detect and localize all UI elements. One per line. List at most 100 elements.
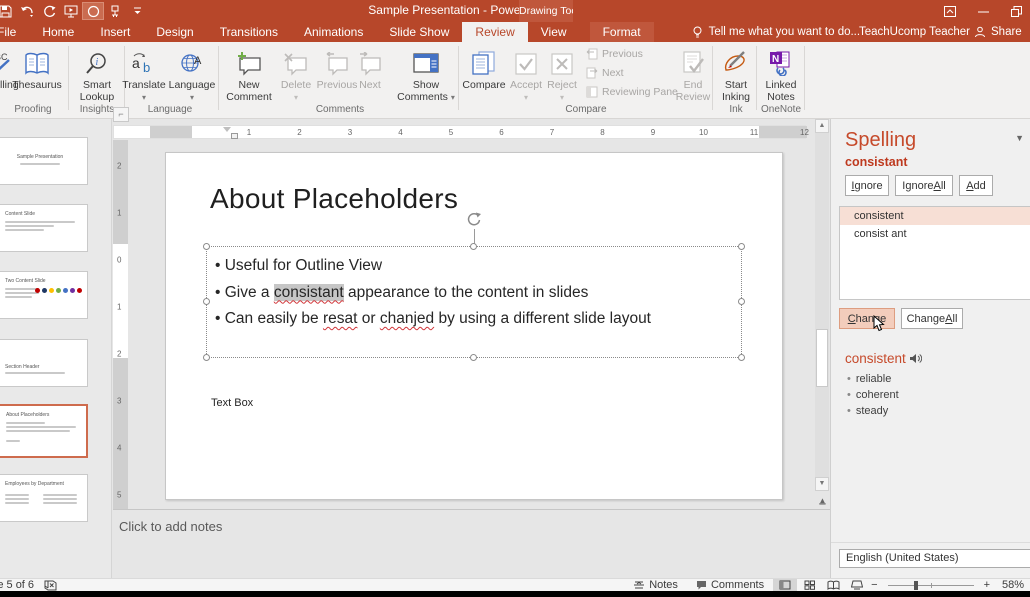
scrollbar-thumb[interactable] <box>816 329 828 387</box>
spelling-pane: Spelling ▼ consistant Ignore Ignore All … <box>830 119 1030 578</box>
customize-qat-icon[interactable] <box>126 2 148 20</box>
translate-button[interactable]: ab Translate▾ <box>120 46 168 104</box>
comments-toggle[interactable]: Comments <box>687 579 773 592</box>
change-all-button[interactable]: Change All <box>901 308 963 329</box>
thumbnail-slide-6[interactable]: Employees by Department <box>0 474 88 522</box>
end-review-icon <box>672 46 714 76</box>
save-icon[interactable] <box>0 2 16 20</box>
text-box-object[interactable]: Text Box <box>211 397 253 409</box>
ruler-origin-button[interactable]: ⌐ <box>113 107 129 122</box>
compare-button[interactable]: Compare <box>460 46 508 91</box>
ribbon-display-options-icon[interactable] <box>944 6 956 17</box>
title-bar: Sample Presentation - PowerPoint Drawing… <box>0 0 1030 22</box>
spell-check-status-icon[interactable] <box>44 580 57 591</box>
slide-show-view-button[interactable] <box>845 579 869 592</box>
slide-canvas[interactable]: About Placeholders • Useful for Outline … <box>165 152 783 500</box>
zoom-slider[interactable] <box>888 585 974 586</box>
slide-bullet-text[interactable]: • Useful for Outline View • Give a consi… <box>215 253 651 333</box>
scroll-up-icon[interactable]: ▲ <box>815 119 829 133</box>
zoom-percentage[interactable]: 58% <box>992 579 1030 591</box>
shape-circle-icon[interactable] <box>82 2 104 20</box>
resize-handle-w[interactable] <box>203 298 210 305</box>
normal-view-button[interactable] <box>773 579 797 592</box>
resize-handle-s[interactable] <box>470 354 477 361</box>
hanging-indent-marker[interactable] <box>223 127 231 132</box>
accept-button[interactable]: Accept▾ <box>508 46 544 104</box>
translate-icon: ab <box>120 46 168 76</box>
restore-icon[interactable] <box>1011 6 1022 17</box>
tab-review[interactable]: Review <box>462 22 527 42</box>
smart-lookup-button[interactable]: i Smart Lookup <box>72 46 122 103</box>
resize-handle-ne[interactable] <box>738 243 745 250</box>
zoom-slider-thumb[interactable] <box>914 581 918 590</box>
account-name[interactable]: TeachUcomp Teacher <box>859 22 970 42</box>
thesaurus-icon <box>6 46 68 76</box>
ignore-button[interactable]: Ignore <box>845 175 889 196</box>
tab-slide-show[interactable]: Slide Show <box>376 22 462 42</box>
speaker-icon[interactable] <box>909 353 922 364</box>
reject-button[interactable]: Reject▾ <box>544 46 580 104</box>
suggestion-item[interactable]: consist ant <box>840 225 1030 243</box>
zoom-out-button[interactable]: − <box>869 579 879 592</box>
start-slideshow-icon[interactable] <box>60 2 82 20</box>
mouse-cursor <box>873 315 886 332</box>
resize-handle-e[interactable] <box>738 298 745 305</box>
redo-icon[interactable] <box>38 2 60 20</box>
thumbnail-slide-4[interactable]: Section Header <box>0 339 88 387</box>
tab-file[interactable]: File <box>0 22 29 42</box>
vertical-scrollbar[interactable]: ▲ ▼ <box>815 119 829 491</box>
rotation-handle-icon[interactable] <box>466 211 483 228</box>
tab-transitions[interactable]: Transitions <box>207 22 291 42</box>
reading-view-button[interactable] <box>821 579 845 592</box>
slide-title[interactable]: About Placeholders <box>210 183 458 215</box>
tab-home[interactable]: Home <box>29 22 87 42</box>
language-button[interactable]: A Language▾ <box>168 46 216 104</box>
linked-notes-button[interactable]: N Linked Notes <box>758 46 804 103</box>
undo-icon[interactable] <box>16 2 38 20</box>
touch-mode-icon[interactable] <box>104 2 126 20</box>
ignore-all-button[interactable]: Ignore All <box>895 175 953 196</box>
scroll-down-icon[interactable]: ▼ <box>815 477 829 491</box>
pane-options-chevron-icon[interactable]: ▼ <box>1015 133 1024 143</box>
thumbnail-slide-3[interactable]: Two Content Slide <box>0 271 88 319</box>
show-comments-button[interactable]: Show Comments ▾ <box>396 46 456 104</box>
language-dropdown[interactable]: English (United States) <box>839 549 1030 568</box>
next-comment-button[interactable]: Next <box>352 46 388 91</box>
minimize-icon[interactable] <box>978 6 989 17</box>
thumbnail-slide-1[interactable]: Sample Presentation <box>0 137 88 185</box>
add-button[interactable]: Add <box>959 175 993 196</box>
share-button[interactable]: Share <box>974 22 1030 42</box>
resize-handle-nw[interactable] <box>203 243 210 250</box>
tab-insert[interactable]: Insert <box>87 22 143 42</box>
notes-pane[interactable]: Click to add notes <box>113 510 830 578</box>
thumbnail-slide-2[interactable]: Content Slide <box>0 204 88 252</box>
delete-comment-button[interactable]: Delete▾ <box>276 46 316 104</box>
start-inking-button[interactable]: Start Inking <box>714 46 758 103</box>
reviewing-pane-button[interactable]: Reviewing Pane <box>586 86 678 98</box>
resize-handle-n[interactable] <box>470 243 477 250</box>
end-review-button[interactable]: End Review <box>672 46 714 103</box>
resize-handle-sw[interactable] <box>203 354 210 361</box>
compare-next-button[interactable]: Next <box>586 67 624 79</box>
tab-view[interactable]: View <box>528 22 580 42</box>
left-indent-marker[interactable] <box>231 133 238 139</box>
thesaurus-button[interactable]: Thesaurus <box>6 46 68 91</box>
tell-me-box[interactable]: Tell me what you want to do... <box>682 22 871 42</box>
thumbnail-slide-5[interactable]: About Placeholders <box>0 404 88 458</box>
zoom-in-button[interactable]: + <box>982 579 992 592</box>
group-label-proofing: Proofing <box>0 104 66 115</box>
change-button[interactable]: Change <box>839 308 895 329</box>
resize-handle-se[interactable] <box>738 354 745 361</box>
tab-format[interactable]: Format <box>590 22 654 42</box>
content-placeholder-selection[interactable]: • Useful for Outline View • Give a consi… <box>206 246 742 358</box>
suggestion-item-selected[interactable]: consistent <box>840 207 1030 225</box>
misspelled-word-label: consistant <box>845 155 908 169</box>
spelling-pane-title: Spelling <box>845 129 916 152</box>
tab-design[interactable]: Design <box>143 22 206 42</box>
notes-toggle[interactable]: Notes <box>624 579 687 592</box>
notes-placeholder[interactable]: Click to add notes <box>119 519 222 534</box>
slide-sorter-view-button[interactable] <box>797 579 821 592</box>
tab-animations[interactable]: Animations <box>291 22 376 42</box>
compare-previous-button[interactable]: Previous <box>586 48 643 60</box>
new-comment-button[interactable]: New Comment <box>222 46 276 103</box>
